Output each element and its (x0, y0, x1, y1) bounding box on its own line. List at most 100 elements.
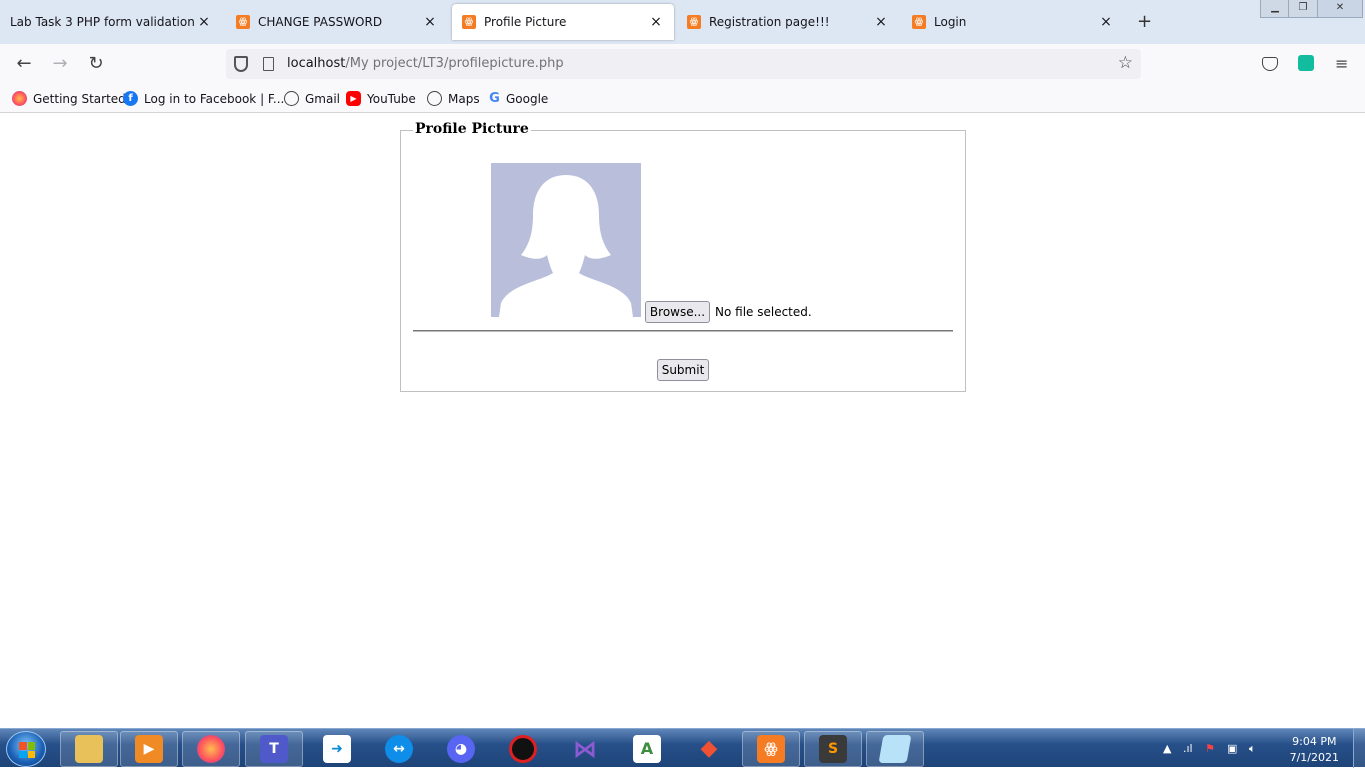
file-explorer-icon (75, 735, 103, 763)
taskbar-git[interactable]: ◆ (680, 731, 738, 767)
facebook-icon: f (123, 91, 138, 106)
bookmark-youtube[interactable]: ▶ YouTube (346, 91, 416, 106)
pocket-icon[interactable] (1262, 57, 1278, 71)
xampp-icon: ꙮ (687, 15, 701, 29)
globe-icon (284, 91, 299, 106)
close-icon[interactable]: × (1098, 14, 1114, 30)
clock-date: 7/1/2021 (1289, 751, 1339, 764)
action-center-icon[interactable]: ⚑ (1205, 742, 1215, 755)
xampp-icon: ꙮ (757, 735, 785, 763)
volume-icon[interactable]: 🔈︎ (1249, 742, 1256, 756)
clock-time: 9:04 PM (1292, 735, 1337, 748)
minimize-button[interactable]: ▁ (1260, 0, 1290, 18)
taskbar-screen-recorder[interactable] (494, 731, 552, 767)
close-window-button[interactable]: ✕ (1317, 0, 1363, 18)
xampp-icon: ꙮ (236, 15, 250, 29)
close-icon[interactable]: × (648, 14, 664, 30)
taskbar-notepad[interactable] (866, 731, 924, 767)
bookmark-label: Google (506, 91, 549, 106)
media-player-icon: ▶ (135, 735, 163, 763)
browse-button[interactable]: Browse... (645, 301, 710, 323)
taskbar-media-player[interactable]: ▶ (120, 731, 178, 767)
start-button[interactable] (6, 731, 46, 767)
url-host: localhost (287, 56, 346, 71)
back-button[interactable]: ← (12, 53, 36, 75)
show-hidden-icons-icon[interactable]: ▲ (1163, 742, 1171, 755)
tab-change-password[interactable]: ꙮ CHANGE PASSWORD × (226, 4, 448, 40)
teams-icon: T (260, 735, 288, 763)
taskbar-discord[interactable]: ◕ (432, 731, 490, 767)
taskbar-teamviewer[interactable]: ↔ (370, 731, 428, 767)
shield-icon[interactable] (234, 56, 248, 72)
bookmark-label: Log in to Facebook | F... (144, 91, 285, 106)
xampp-icon: ꙮ (912, 15, 926, 29)
screen-recorder-icon (509, 735, 537, 763)
url-text[interactable]: localhost/My project/LT3/profilepicture.… (287, 56, 564, 71)
show-desktop-button[interactable] (1353, 729, 1365, 768)
taskbar-teams[interactable]: T (245, 731, 303, 767)
taskbar-xampp[interactable]: ꙮ (742, 731, 800, 767)
sync-icon[interactable] (1298, 55, 1314, 71)
system-tray: ▲ .ıl ⚑ ▣ 🔈︎ 9:04 PM 7/1/2021 (1155, 729, 1365, 768)
navigation-toolbar: ← → ↻ localhost/My project/LT3/profilepi… (0, 44, 1365, 84)
xampp-icon: ꙮ (462, 15, 476, 29)
teamviewer-icon: ↔ (385, 735, 413, 763)
close-icon[interactable]: × (196, 14, 212, 30)
taskbar-visual-studio[interactable]: ⋈ (556, 731, 614, 767)
tab-profile-picture[interactable]: ꙮ Profile Picture × (452, 4, 674, 40)
menu-icon[interactable]: ≡ (1335, 54, 1348, 73)
forward-button[interactable]: → (48, 53, 72, 75)
page-icon[interactable] (263, 57, 274, 71)
taskbar-firefox[interactable] (182, 731, 240, 767)
close-icon[interactable]: × (873, 14, 889, 30)
tab-title: Registration page!!! (709, 15, 830, 29)
taskbar-android-studio[interactable]: A (618, 731, 676, 767)
tab-registration[interactable]: ꙮ Registration page!!! × (677, 4, 899, 40)
discord-icon: ◕ (447, 735, 475, 763)
google-icon: G (489, 91, 500, 106)
visual-studio-icon: ⋈ (573, 735, 597, 763)
new-tab-button[interactable]: + (1137, 11, 1152, 32)
submit-button[interactable]: Submit (657, 359, 709, 381)
sublime-text-icon: S (819, 735, 847, 763)
windows-icon (19, 742, 35, 758)
taskbar: ▶ T ➜ ↔ ◕ ⋈ A ◆ ꙮ S ▲ .ıl ⚑ ▣ 🔈︎ 9:04 PM… (0, 728, 1365, 768)
star-icon[interactable]: ☆ (1118, 53, 1133, 73)
address-bar[interactable]: localhost/My project/LT3/profilepicture.… (226, 49, 1141, 79)
globe-icon (427, 91, 442, 106)
tab-title: CHANGE PASSWORD (258, 15, 383, 29)
network-icon[interactable]: .ıl (1183, 742, 1193, 755)
tab-title: Profile Picture (484, 15, 567, 29)
bookmark-label: Gmail (305, 91, 341, 106)
power-icon[interactable]: ▣ (1227, 742, 1237, 755)
url-path: /My project/LT3/profilepicture.php (345, 56, 564, 71)
divider (413, 330, 953, 332)
taskbar-remote-app[interactable]: ➜ (308, 731, 366, 767)
tab-title: Lab Task 3 PHP form validation 20- (10, 15, 196, 29)
tab-lab-task[interactable]: Lab Task 3 PHP form validation 20- × (0, 4, 222, 40)
notepad-icon (878, 735, 912, 763)
git-icon: ◆ (700, 736, 718, 761)
bookmark-google[interactable]: G Google (488, 91, 548, 106)
reload-button[interactable]: ↻ (84, 53, 108, 75)
tab-title: Login (934, 15, 967, 29)
firefox-icon (197, 735, 225, 763)
bookmark-maps[interactable]: Maps (427, 91, 480, 106)
tab-login[interactable]: ꙮ Login × (902, 4, 1124, 40)
person-silhouette-icon (499, 175, 633, 317)
close-icon[interactable]: × (422, 14, 438, 30)
taskbar-file-explorer[interactable] (60, 731, 118, 767)
clock[interactable]: 9:04 PM 7/1/2021 (1290, 734, 1339, 766)
bookmark-facebook[interactable]: f Log in to Facebook | F... (123, 91, 284, 106)
youtube-icon: ▶ (346, 91, 361, 106)
bookmark-gmail[interactable]: Gmail (284, 91, 340, 106)
bookmark-label: Getting Started (33, 91, 126, 106)
restore-button[interactable]: ❐ (1288, 0, 1318, 18)
bookmark-getting-started[interactable]: Getting Started (12, 91, 126, 106)
bookmarks-toolbar: Getting Started f Log in to Facebook | F… (0, 84, 1365, 113)
profile-fieldset (400, 130, 966, 392)
file-status-text: No file selected. (715, 305, 812, 319)
android-studio-icon: A (633, 735, 661, 763)
avatar (491, 163, 641, 317)
taskbar-sublime-text[interactable]: S (804, 731, 862, 767)
